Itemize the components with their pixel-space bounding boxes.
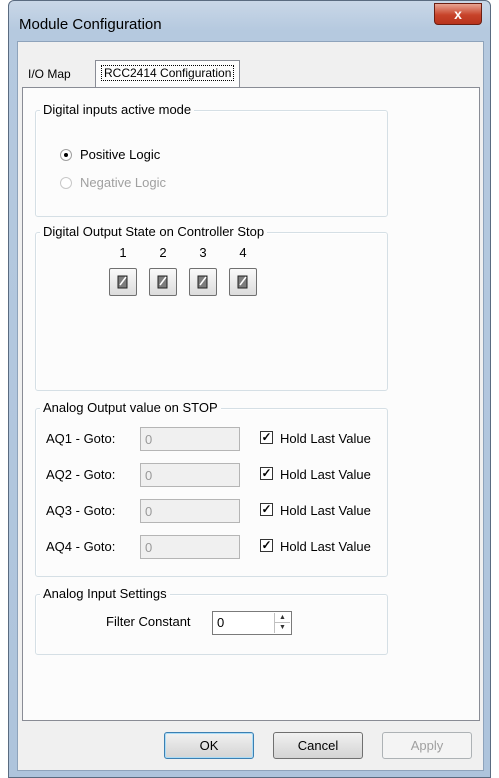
aq3-hold-label: Hold Last Value [280, 503, 371, 518]
aq1-hold-checkbox[interactable]: ✓ [260, 431, 273, 444]
analog-input-group: Analog Input Settings Filter Constant 0 … [35, 586, 388, 655]
filter-spin-buttons: ▲ ▼ [274, 613, 290, 633]
output-4-number: 4 [239, 245, 247, 260]
aq1-goto-input[interactable] [140, 427, 240, 451]
window-title: Module Configuration [19, 16, 162, 33]
aq3-row: AQ3 - Goto: ✓ Hold Last Value [36, 499, 387, 523]
switch-off-icon [117, 275, 128, 289]
negative-logic-option: Negative Logic [60, 175, 166, 190]
output-3-number: 3 [199, 245, 207, 260]
analog-input-legend: Analog Input Settings [40, 586, 170, 601]
output-2-toggle-button[interactable] [149, 268, 177, 296]
aq2-hold-label: Hold Last Value [280, 467, 371, 482]
tab-rcc2414-configuration[interactable]: RCC2414 Configuration [95, 60, 241, 88]
module-configuration-window: Module Configuration x I/O Map RCC2414 C… [8, 0, 491, 778]
switch-off-icon [237, 275, 248, 289]
aq1-row: AQ1 - Goto: ✓ Hold Last Value [36, 427, 387, 451]
aq2-label: AQ2 - Goto: [46, 467, 116, 482]
negative-logic-radio [60, 176, 72, 189]
digital-output-legend: Digital Output State on Controller Stop [40, 224, 268, 239]
digital-inputs-group: Digital inputs active mode Positive Logi… [35, 102, 388, 217]
spin-up-icon[interactable]: ▲ [275, 613, 290, 623]
aq4-goto-input[interactable] [140, 535, 240, 559]
negative-logic-label: Negative Logic [80, 175, 166, 190]
filter-constant-stepper[interactable]: 0 ▲ ▼ [212, 611, 292, 635]
aq2-row: AQ2 - Goto: ✓ Hold Last Value [36, 463, 387, 487]
aq3-goto-input[interactable] [140, 499, 240, 523]
output-1-number: 1 [119, 245, 127, 260]
positive-logic-label: Positive Logic [80, 147, 161, 162]
filter-constant-label: Filter Constant [106, 614, 191, 629]
title-bar[interactable]: Module Configuration x [9, 1, 490, 41]
aq3-label: AQ3 - Goto: [46, 503, 116, 518]
tab-panel: Digital inputs active mode Positive Logi… [22, 87, 480, 721]
aq4-row: AQ4 - Goto: ✓ Hold Last Value [36, 535, 387, 559]
output-1-toggle-button[interactable] [109, 268, 137, 296]
dialog-client-area: I/O Map RCC2414 Configuration Digital in… [17, 41, 484, 771]
aq4-hold-label: Hold Last Value [280, 539, 371, 554]
switch-off-icon [197, 275, 208, 289]
spin-down-icon[interactable]: ▼ [275, 623, 290, 633]
tab-rcc2414-label: RCC2414 Configuration [101, 65, 235, 81]
close-icon: x [454, 6, 462, 22]
analog-output-legend: Analog Output value on STOP [40, 400, 221, 415]
aq1-hold-label: Hold Last Value [280, 431, 371, 446]
positive-logic-radio[interactable] [60, 148, 72, 161]
positive-logic-option[interactable]: Positive Logic [60, 147, 160, 162]
close-button[interactable]: x [434, 3, 482, 25]
tab-io-map-label: I/O Map [28, 67, 71, 81]
digital-inputs-legend: Digital inputs active mode [40, 102, 195, 117]
digital-output-group: Digital Output State on Controller Stop … [35, 224, 388, 391]
aq2-hold-checkbox[interactable]: ✓ [260, 467, 273, 480]
apply-button: Apply [382, 732, 472, 759]
aq4-hold-checkbox[interactable]: ✓ [260, 539, 273, 552]
output-3-toggle-button[interactable] [189, 268, 217, 296]
ok-button[interactable]: OK [164, 732, 254, 759]
cancel-button[interactable]: Cancel [273, 732, 363, 759]
aq2-goto-input[interactable] [140, 463, 240, 487]
output-4-toggle-button[interactable] [229, 268, 257, 296]
filter-constant-value[interactable]: 0 [217, 615, 224, 630]
switch-off-icon [157, 275, 168, 289]
aq4-label: AQ4 - Goto: [46, 539, 116, 554]
tab-io-map[interactable]: I/O Map [23, 63, 76, 87]
output-2-number: 2 [159, 245, 167, 260]
aq3-hold-checkbox[interactable]: ✓ [260, 503, 273, 516]
analog-output-group: Analog Output value on STOP AQ1 - Goto: … [35, 400, 388, 577]
aq1-label: AQ1 - Goto: [46, 431, 116, 446]
